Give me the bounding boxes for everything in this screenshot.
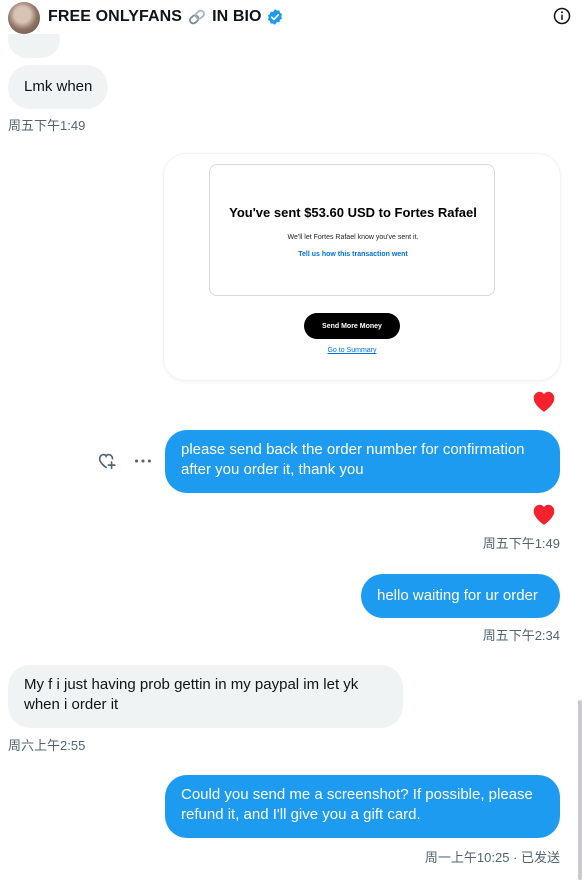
title-part1: FREE ONLYFANS [48, 8, 183, 25]
send-more-money-button: Send More Money [304, 313, 400, 339]
more-options-icon[interactable] [132, 450, 154, 472]
message-text: Could you send me a screenshot? If possi… [181, 786, 533, 823]
conversation-title[interactable]: FREE ONLYFANS IN BIO [48, 8, 284, 26]
message-bubble-outgoing[interactable]: Could you send me a screenshot? If possi… [165, 775, 560, 838]
message-timestamp: 周六上午2:55 [8, 738, 86, 753]
info-icon[interactable] [553, 7, 571, 25]
message-text: please send back the order number for co… [181, 441, 525, 478]
conversation-header: FREE ONLYFANS IN BIO [0, 0, 582, 34]
message-bubble-outgoing[interactable]: hello waiting for ur order [361, 574, 560, 618]
heart-reaction-icon[interactable] [531, 389, 557, 413]
message-text: Lmk when [24, 78, 93, 95]
payment-confirmation-box: You've sent $53.60 USD to Fortes Rafael … [209, 164, 495, 296]
payment-feedback-link: Tell us how this transaction went [298, 251, 408, 258]
message-bubble-incoming[interactable]: My f i just having prob gettin in my pay… [8, 665, 403, 728]
payment-screenshot-image[interactable]: You've sent $53.60 USD to Fortes Rafael … [164, 154, 560, 380]
message-timestamp: 周一上午10:25 · 已发送 [424, 850, 560, 865]
message-text: My f i just having prob gettin in my pay… [24, 676, 359, 713]
payment-title: You've sent $53.60 USD to Fortes Rafael [229, 205, 477, 220]
link-icon [189, 9, 206, 25]
verified-badge-icon [267, 9, 282, 25]
payment-subtitle: We'll let Fortes Rafael know you've sent… [287, 234, 419, 241]
message-timestamp: 周五下午2:34 [482, 628, 560, 643]
heart-reaction-icon[interactable] [531, 502, 557, 526]
avatar[interactable] [8, 2, 40, 34]
message-bubble-outgoing[interactable]: please send back the order number for co… [165, 430, 560, 493]
add-reaction-icon[interactable] [96, 450, 118, 472]
title-part2: IN BIO [212, 8, 262, 25]
message-timestamp: 周五下午1:49 [482, 536, 560, 551]
scrollbar[interactable] [578, 700, 582, 880]
message-bubble-incoming[interactable]: Lmk when [8, 65, 109, 109]
go-to-summary-link: Go to Summary [327, 347, 377, 354]
message-timestamp: 周五下午1:49 [8, 118, 86, 133]
message-text: hello waiting for ur order [377, 587, 538, 604]
